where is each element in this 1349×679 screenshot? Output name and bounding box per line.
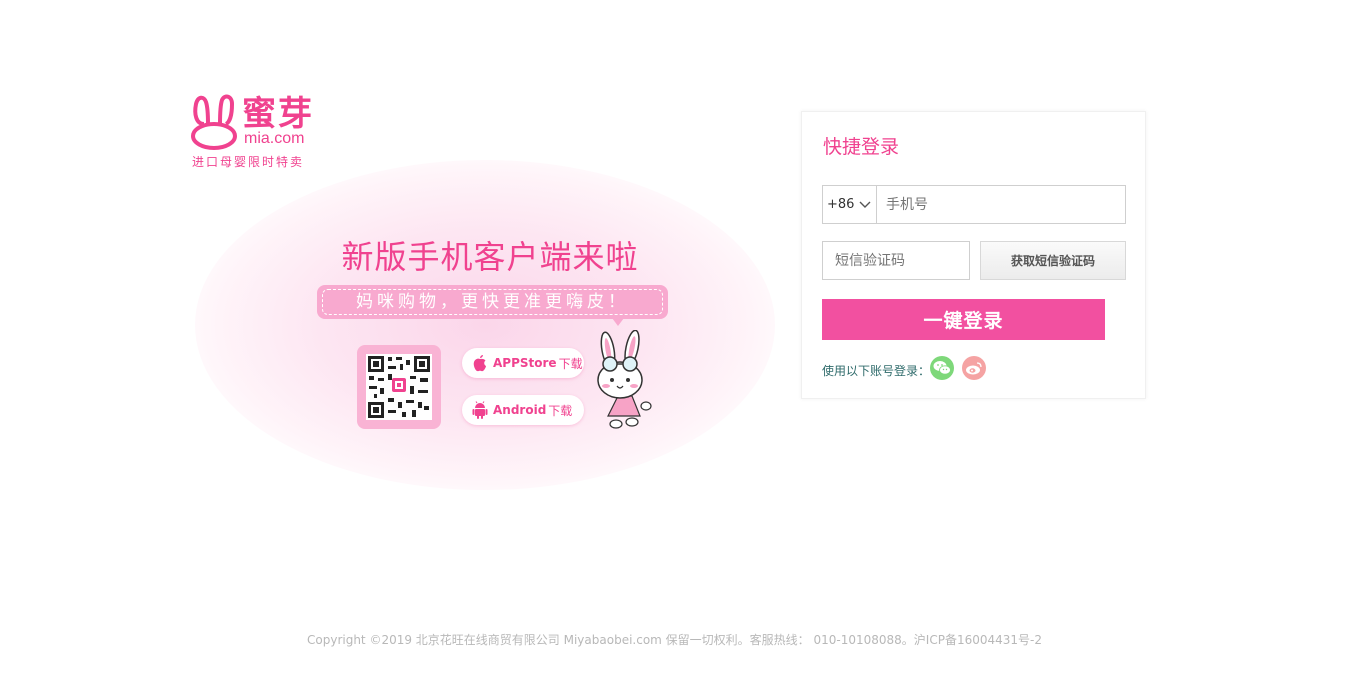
promo-subtitle-banner: 妈咪购物，更快更准更嗨皮！ — [317, 285, 668, 319]
logo-name-cn: 蜜芽 — [242, 94, 314, 134]
phone-input[interactable] — [878, 186, 1124, 223]
bunny-logo-icon — [191, 94, 237, 150]
login-panel: 快捷登录 +86 获取短信验证码 一键登录 使用以下账号登录： — [801, 111, 1146, 399]
appstore-label: APPStore — [493, 356, 557, 370]
appstore-download-button[interactable]: APPStore 下载 — [462, 348, 584, 378]
qr-code-icon — [366, 354, 432, 420]
login-title: 快捷登录 — [823, 136, 900, 158]
country-code-select[interactable]: +86 — [823, 186, 877, 223]
logo-tagline: 进口母婴限时特卖 — [192, 155, 305, 169]
chevron-down-icon — [859, 201, 871, 208]
weibo-login-icon[interactable] — [962, 356, 986, 380]
android-icon — [472, 401, 488, 419]
logo-name-en: mia.com — [244, 130, 305, 147]
android-label: Android — [493, 403, 547, 417]
qr-code-frame — [357, 345, 441, 429]
speech-tail — [612, 318, 624, 326]
social-login-label: 使用以下账号登录： — [822, 364, 931, 378]
weibo-icon — [966, 362, 982, 375]
brand-logo[interactable]: 蜜芽 mia.com 进口母婴限时特卖 — [190, 92, 330, 172]
country-code-value: +86 — [827, 197, 855, 212]
wechat-icon — [933, 361, 951, 375]
footer-copyright: Copyright ©2019 北京花旺在线商贸有限公司 Miyabaobei.… — [307, 633, 1042, 647]
one-click-login-button[interactable]: 一键登录 — [822, 299, 1105, 340]
get-sms-code-button[interactable]: 获取短信验证码 — [980, 241, 1126, 280]
android-download-button[interactable]: Android 下载 — [462, 395, 584, 425]
apple-icon — [473, 355, 486, 372]
wechat-login-icon[interactable] — [930, 356, 954, 380]
sms-code-input[interactable] — [822, 241, 970, 280]
promo-subtitle: 妈咪购物，更快更准更嗨皮！ — [322, 289, 663, 315]
promo-title: 新版手机客户端来啦 — [341, 238, 639, 276]
promo-background — [195, 160, 775, 490]
appstore-suffix: 下载 — [558, 356, 583, 371]
android-suffix: 下载 — [548, 403, 573, 418]
rabbit-mascot-icon — [597, 330, 652, 429]
phone-field-row: +86 — [822, 185, 1126, 224]
